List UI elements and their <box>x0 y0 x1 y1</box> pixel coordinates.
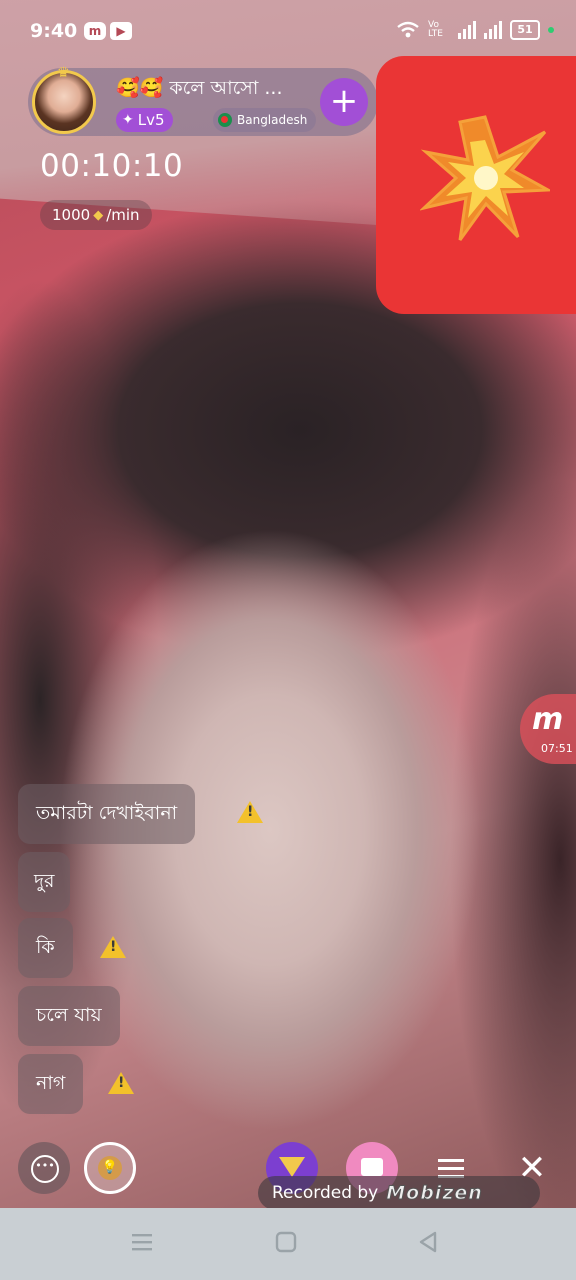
lightbulb-icon: 💡 <box>98 1156 122 1180</box>
crown-icon: ♛ <box>57 65 70 81</box>
diamond-icon <box>279 1157 305 1177</box>
mobizen-logo-icon: m <box>532 702 564 737</box>
hint-button[interactable]: 💡 <box>84 1142 136 1194</box>
rate-amount: 1000 <box>52 206 91 224</box>
recorder-watermark: Recorded by Mobizen <box>258 1176 540 1210</box>
privacy-dot <box>548 27 554 33</box>
warning-icon <box>100 936 126 958</box>
diamond-icon: ◆ <box>93 207 104 223</box>
bangladesh-flag-icon <box>218 113 232 127</box>
chat-bubble: নাগ <box>18 1054 84 1114</box>
recent-apps-icon[interactable] <box>130 1230 154 1254</box>
chat-bubble: চলে যায় <box>18 986 120 1046</box>
signal-icon <box>484 21 502 39</box>
status-right-cluster: Vo LTE 51 <box>396 20 554 40</box>
chat-bubble: কি <box>18 918 73 978</box>
rate-unit: /min <box>106 206 140 224</box>
chat-bubble: তমারটা দেখাইবানা <box>18 784 196 844</box>
back-icon[interactable] <box>416 1230 440 1254</box>
youtube-status-icon: ▶ <box>110 22 132 40</box>
menu-line <box>438 1167 464 1170</box>
battery-icon: 51 <box>510 20 540 40</box>
home-icon[interactable] <box>274 1230 298 1254</box>
level-badge: ✦ Lv5 <box>116 108 173 132</box>
call-rate: 1000 ◆ /min <box>40 200 152 230</box>
status-time: 9:40 <box>30 20 78 42</box>
system-navigation-bar <box>0 1208 576 1280</box>
signal-icon <box>458 21 476 39</box>
chat-bubble: দুর <box>18 852 71 912</box>
chat-message: কি <box>18 918 73 978</box>
country-badge: Bangladesh <box>213 108 317 132</box>
warning-icon <box>237 801 263 823</box>
level-star-icon: ✦ <box>122 112 134 128</box>
host-avatar[interactable]: ♛ <box>32 65 96 134</box>
country-label: Bangladesh <box>237 113 308 127</box>
wifi-icon <box>397 21 419 38</box>
level-label: Lv5 <box>137 111 165 129</box>
chat-message: তমারটা দেখাইবানা <box>18 784 196 844</box>
chat-message: চলে যায় <box>18 986 120 1046</box>
chat-bubble-icon: ••• <box>31 1155 59 1183</box>
chat-button[interactable]: ••• <box>18 1142 70 1194</box>
warning-icon <box>108 1072 134 1094</box>
call-timer: 00:10:10 <box>40 148 184 184</box>
self-view-pip[interactable] <box>376 56 576 314</box>
gift-icon <box>361 1158 383 1176</box>
collision-spark-icon <box>420 115 550 241</box>
recorder-brand: Mobizen <box>386 1182 483 1205</box>
chat-message: দুর <box>18 852 71 912</box>
network-type-label: Vo LTE <box>428 20 443 39</box>
mobizen-status-icon: m <box>84 22 106 40</box>
recorded-by-label: Recorded by <box>272 1183 379 1203</box>
menu-line <box>438 1159 464 1162</box>
host-name: 🥰🥰 কলে আসো ... <box>116 77 283 99</box>
recorder-elapsed-time: 07:51 <box>541 742 573 755</box>
plus-icon: + <box>329 81 359 121</box>
follow-button[interactable]: + <box>320 78 368 126</box>
chat-message: নাগ <box>18 1054 84 1114</box>
